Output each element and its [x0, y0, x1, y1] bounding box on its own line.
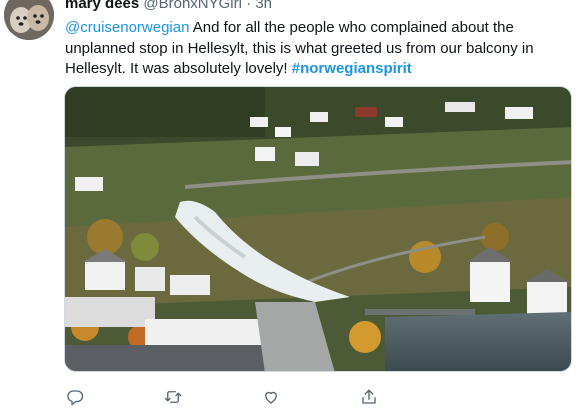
avatar[interactable] [4, 0, 54, 40]
hellesylt-waterfall-photo [65, 87, 571, 371]
avatar-dogs-image [4, 0, 54, 40]
tweet-text: @cruisenorwegian And for all the people … [65, 18, 575, 80]
like-button[interactable] [260, 386, 282, 408]
tweet-header: mary dees @BronxNYGirl · 3h [65, 0, 272, 13]
reply-icon [67, 390, 84, 406]
tweet-actions [64, 386, 384, 408]
reply-button[interactable] [64, 386, 86, 408]
retweet-button[interactable] [162, 386, 184, 408]
tweet-photo[interactable] [64, 86, 572, 372]
author-name[interactable]: mary dees [65, 0, 139, 12]
like-icon [265, 391, 277, 404]
author-handle[interactable]: @BronxNYGirl [143, 0, 242, 12]
hashtag-link[interactable]: #norwegianspirit [292, 60, 412, 77]
share-icon [362, 389, 376, 404]
tweet-time[interactable]: 3h [255, 0, 272, 12]
mention-link[interactable]: @cruisenorwegian [65, 19, 189, 36]
retweet-icon [164, 391, 182, 403]
separator: · [246, 0, 252, 12]
share-button[interactable] [358, 386, 380, 408]
